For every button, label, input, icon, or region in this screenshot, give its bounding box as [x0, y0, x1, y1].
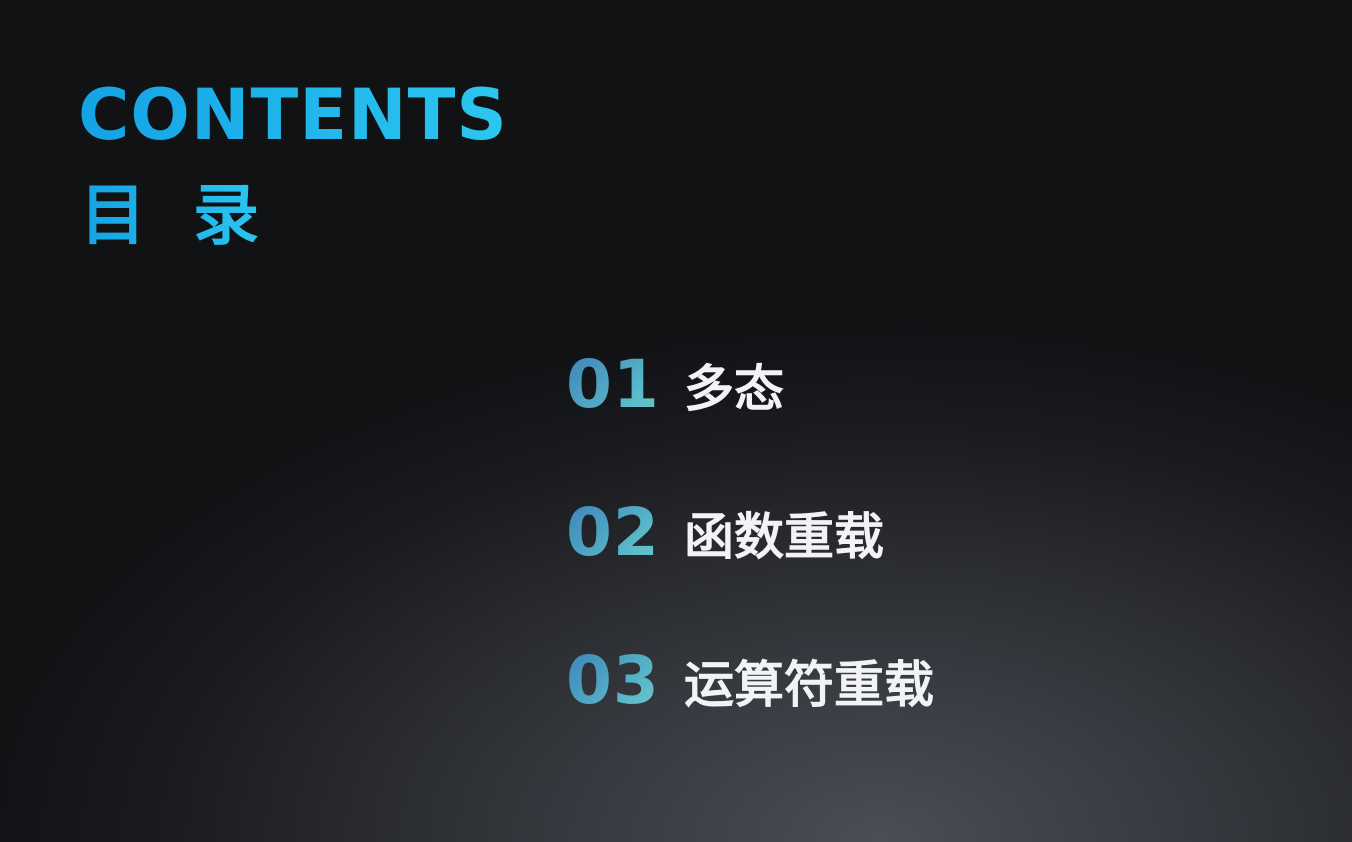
toc-item-number: 01	[566, 348, 684, 422]
toc-item-label: 运算符重载	[684, 656, 934, 714]
toc-item-number: 03	[566, 644, 684, 718]
contents-title-cn: 目 录	[80, 177, 271, 254]
toc-item-number: 02	[566, 496, 684, 570]
toc-item-operator-overloading[interactable]: 03 运算符重载	[566, 644, 1326, 718]
contents-slide: CONTENTS 目 录 01 多态 02 函数重载 03 运算符重载	[0, 0, 1352, 842]
toc-item-label: 多态	[684, 360, 784, 418]
toc-item-label: 函数重载	[684, 508, 884, 566]
contents-title-en: CONTENTS	[78, 74, 508, 156]
toc-item-polymorphism[interactable]: 01 多态	[566, 348, 1326, 422]
table-of-contents: 01 多态 02 函数重载 03 运算符重载	[566, 348, 1326, 792]
toc-item-function-overloading[interactable]: 02 函数重载	[566, 496, 1326, 570]
